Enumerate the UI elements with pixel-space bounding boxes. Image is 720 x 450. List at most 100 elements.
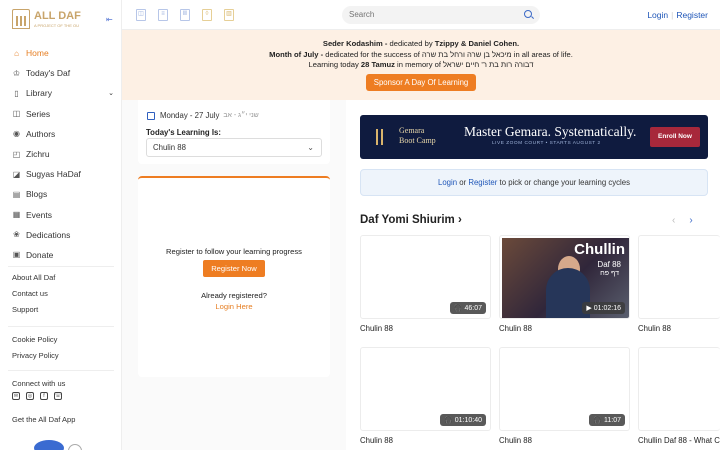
instagram-icon[interactable]: ◎ <box>26 392 34 400</box>
page-icon[interactable]: ≡ <box>158 9 168 21</box>
sidebar-item-sugyas-hadaf[interactable]: ◪ Sugyas HaDaf <box>0 164 122 184</box>
shiur-tile[interactable] <box>638 235 720 319</box>
collapse-sidebar-icon[interactable]: ⇤ <box>106 15 113 24</box>
shiur-tile[interactable] <box>638 347 720 431</box>
top-bar: ◫ ≡ Ⅲ ◊ ▥ Login|Register <box>122 0 720 30</box>
thumbnail-hebrew: דף פח <box>600 270 619 277</box>
facebook-icon[interactable]: f <box>40 392 48 400</box>
sidebar-item-label: Events <box>26 209 52 220</box>
blogs-icon: ▤ <box>12 189 21 199</box>
columns-icon[interactable]: Ⅲ <box>180 9 190 21</box>
thumbnail-title: Chullin <box>574 241 625 258</box>
sidebar-item-zichru[interactable]: ◰ Zichru <box>0 144 122 164</box>
sidebar-item-home[interactable]: ⌂ Home <box>0 43 122 63</box>
date-row: Monday - 27 July שני י״ג - אב <box>147 111 259 120</box>
calendar-icon <box>147 111 155 120</box>
next-arrow-icon[interactable]: › <box>689 215 692 226</box>
shiur-title[interactable]: Chulin 88 <box>499 436 532 445</box>
already-registered-text: Already registered? <box>201 291 267 300</box>
bookmark-icon[interactable]: ◊ <box>202 9 212 21</box>
dedication-banner: Seder Kodashim - dedicated by Tzippy & D… <box>122 30 720 100</box>
sidebar-item-label: Library <box>26 88 52 99</box>
learning-select[interactable]: Chulin 88 ⌄ <box>146 138 322 157</box>
cookie-policy-link[interactable]: Cookie Policy <box>12 332 59 348</box>
cycles-login-link[interactable]: Login <box>438 178 457 187</box>
learning-label: Today's Learning Is: <box>146 128 221 137</box>
email-icon[interactable]: ✉ <box>12 392 20 400</box>
app-section: Get the All Daf App <box>12 412 75 428</box>
divider <box>8 266 114 267</box>
chevron-down-icon[interactable]: ⌄ <box>108 89 114 97</box>
shiur-title[interactable]: Chulin 88 <box>499 324 532 333</box>
sidebar-item-donate[interactable]: ▣ Donate <box>0 245 122 265</box>
policy-links: Cookie Policy Privacy Policy <box>12 332 59 364</box>
sidebar-item-dedications[interactable]: ❀ Dedications <box>0 225 122 245</box>
search-icon[interactable] <box>524 10 532 18</box>
shiur-title[interactable]: Chulin 88 <box>638 324 671 333</box>
shiur-tile[interactable]: 🎧 01:10:40 <box>360 347 491 431</box>
shiur-title[interactable]: Chulin 88 <box>360 436 393 445</box>
sidebar-item-authors[interactable]: ◉ Authors <box>0 124 122 144</box>
app-store-badge-icon[interactable] <box>34 440 64 450</box>
crown-icon: ♔ <box>12 68 21 78</box>
about-link[interactable]: About All Daf <box>12 270 55 286</box>
register-now-button[interactable]: Register Now <box>203 260 265 277</box>
shiurim-title[interactable]: Daf Yomi Shiurim › <box>360 214 462 226</box>
cycles-register-link[interactable]: Register <box>468 178 497 187</box>
login-link[interactable]: Login <box>647 10 668 20</box>
divider <box>8 370 114 371</box>
login-here-link[interactable]: Login Here <box>138 302 330 311</box>
shiur-title[interactable]: Chulin 88 <box>360 324 393 333</box>
zichru-icon: ◰ <box>12 149 21 159</box>
sidebar-item-label: Authors <box>26 128 56 139</box>
hebrew-date: שני י״ג - אב <box>223 112 259 119</box>
get-app-link[interactable]: Get the All Daf App <box>12 412 75 428</box>
home-icon: ⌂ <box>14 48 19 58</box>
logo[interactable]: ALL DAF A PROJECT OF THE OU <box>12 9 81 29</box>
dedication-line-1: Seder Kodashim - dedicated by Tzippy & D… <box>322 39 520 48</box>
thumbnail-daf: Daf 88 <box>597 260 621 269</box>
sidebar-item-blogs[interactable]: ▤ Blogs <box>0 184 122 204</box>
promo-banner[interactable]: Gemara Boot Camp Master Gemara. Systemati… <box>360 115 708 159</box>
carousel-arrows: ‹ › <box>672 215 693 226</box>
top-quick-icons: ◫ ≡ Ⅲ ◊ ▥ <box>136 9 234 21</box>
google-play-badge-icon[interactable] <box>68 444 82 450</box>
register-link[interactable]: Register <box>676 10 708 20</box>
audio-duration: 🎧 46:07 <box>449 302 486 314</box>
privacy-policy-link[interactable]: Privacy Policy <box>12 348 59 364</box>
sidebar-item-events[interactable]: ▦ Events <box>0 205 122 225</box>
whatsapp-icon[interactable]: ☏ <box>54 392 62 400</box>
chevron-right-icon: › <box>458 214 462 226</box>
chevron-down-icon: ⌄ <box>307 143 314 152</box>
shiur-tile[interactable]: 🎧 46:07 <box>360 235 491 319</box>
audio-duration: 🎧 01:10:40 <box>440 414 486 426</box>
video-duration: ▶ 01:02:16 <box>582 302 625 314</box>
learning-select-value: Chulin 88 <box>153 143 186 152</box>
sidebar-item-library[interactable]: ▯ Library ⌄ <box>0 83 122 103</box>
sugyas-icon: ◪ <box>12 169 21 179</box>
shiur-tile[interactable]: Chullin Daf 88 דף פח ▶ 01:02:16 <box>499 235 630 319</box>
shiur-title[interactable]: Chullin Daf 88 - What Cov... For Kisuy H… <box>638 436 720 445</box>
sponsor-button[interactable]: Sponsor A Day Of Learning <box>365 73 477 91</box>
authors-icon: ◉ <box>13 129 20 139</box>
prev-arrow-icon[interactable]: ‹ <box>672 215 675 226</box>
about-links: About All Daf Contact us Support <box>12 270 55 318</box>
calendar-icon: ▦ <box>12 210 21 220</box>
sidebar-item-label: Today's Daf <box>26 68 71 79</box>
shiur-tile[interactable]: 🎧 11:07 <box>499 347 630 431</box>
search-input[interactable] <box>342 6 540 24</box>
dedication-line-3: Learning today 28 Tamuz in memory of דבו… <box>308 60 534 69</box>
auth-links: Login | Register <box>647 10 708 20</box>
enroll-now-button[interactable]: Enroll Now <box>650 127 700 147</box>
connect-label: Connect with us <box>12 379 66 388</box>
contact-link[interactable]: Contact us <box>12 286 55 302</box>
shas-icon[interactable]: ◫ <box>136 9 146 21</box>
gregorian-date: Monday - 27 July <box>160 111 220 120</box>
promo-subline: LIVE ZOOM COURT • STARTS AUGUST 2 <box>492 141 601 146</box>
progress-card: Register to follow your learning progres… <box>138 176 330 377</box>
sidebar-item-todays-daf[interactable]: ♔ Today's Daf <box>0 63 122 83</box>
sidebar-item-series[interactable]: ◫ Series <box>0 104 122 124</box>
sidebar-item-label: Sugyas HaDaf <box>26 169 81 180</box>
notes-icon[interactable]: ▥ <box>224 9 234 21</box>
support-link[interactable]: Support <box>12 302 55 318</box>
